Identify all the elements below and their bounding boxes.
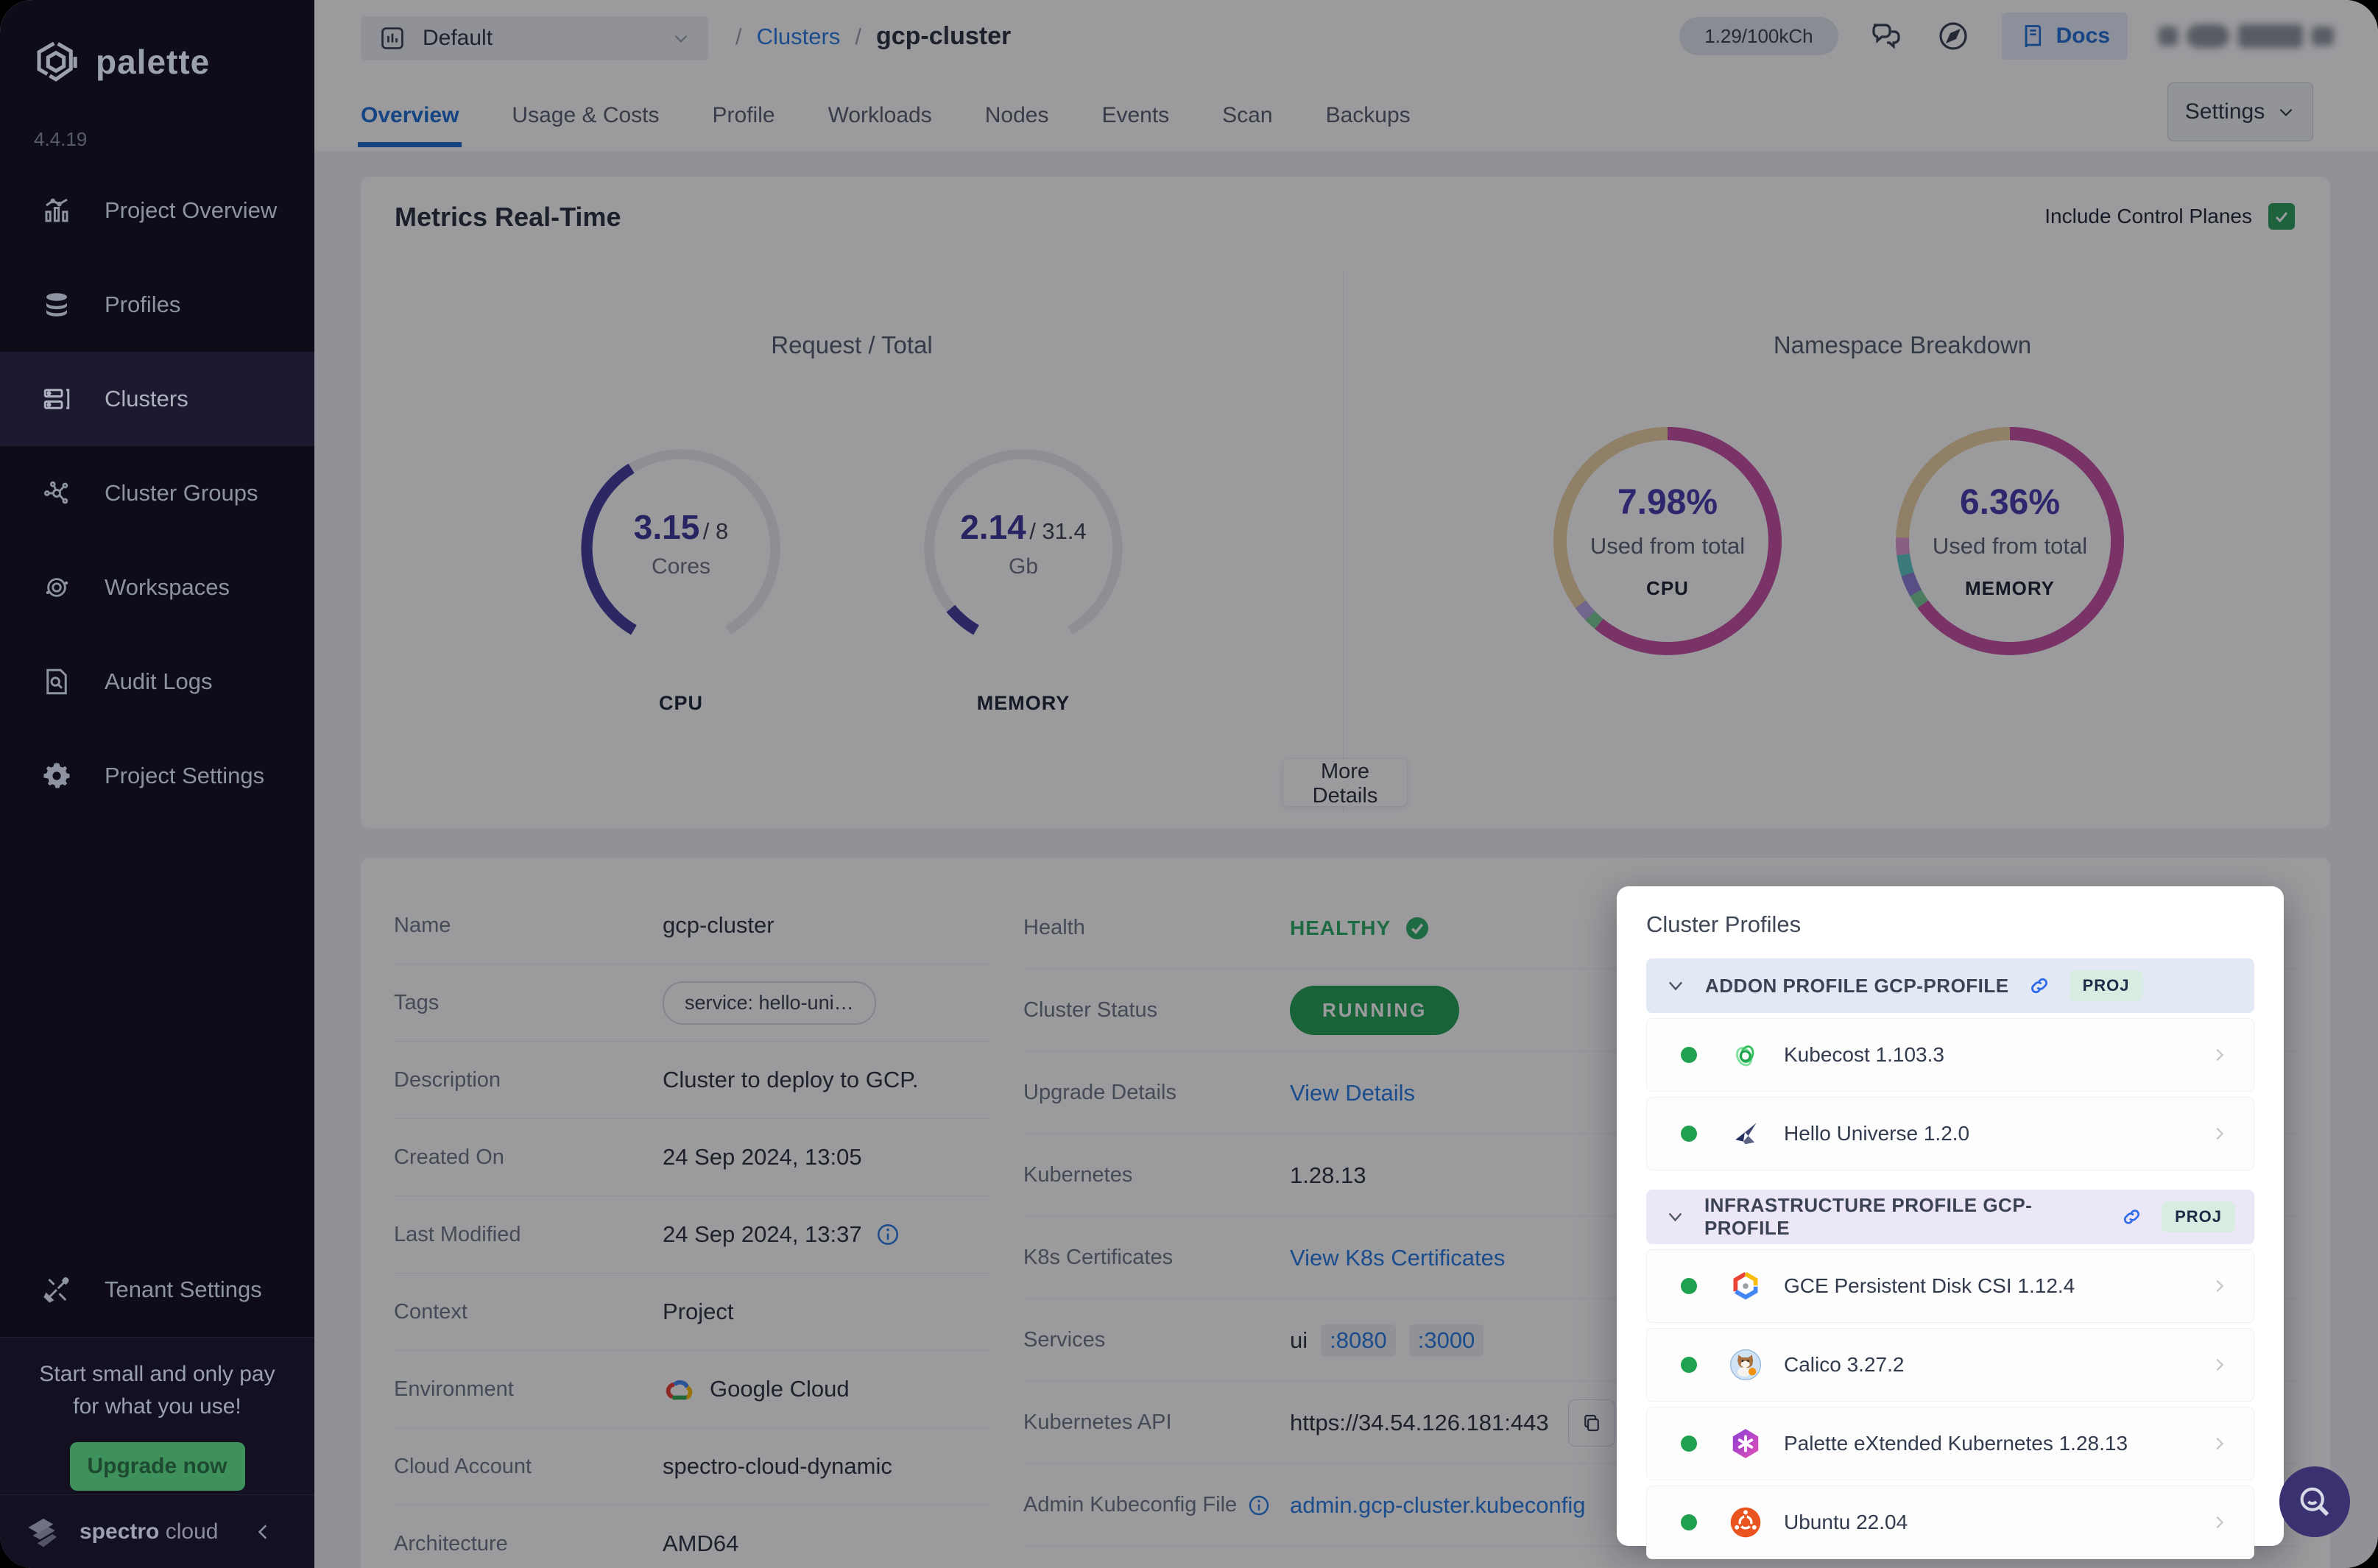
status-dot [1681,1357,1697,1373]
sidebar-item-label: Project Overview [105,197,278,223]
status-dot [1681,1047,1697,1063]
sidebar-item-label: Audit Logs [105,668,213,694]
sidebar-item-tenant-settings[interactable]: Tenant Settings [0,1243,314,1337]
project-settings-icon [43,763,70,788]
status-dot [1681,1435,1697,1452]
sidebar-item-label: Clusters [105,386,188,412]
sidebar-item-label: Tenant Settings [105,1276,262,1302]
spectro-cloud-logo-icon [28,1518,57,1547]
profile-row-ubuntu[interactable]: Ubuntu 22.04 [1646,1486,2254,1559]
palette-logo-icon [37,41,77,82]
profile-row-calico[interactable]: Calico 3.27.2 [1646,1328,2254,1402]
hello-universe-icon [1735,1123,1757,1145]
profiles-icon [46,293,67,317]
infrastructure-profile-header[interactable]: INFRASTRUCTURE PROFILE GCP-PROFILE PROJ [1646,1190,2254,1244]
popup-title: Cluster Profiles [1646,911,1802,937]
chevron-down-icon [1668,981,1683,991]
chevron-right-icon [2216,1279,2224,1293]
sidebar-item-clusters[interactable]: Clusters [0,352,314,446]
profile-row-hello-universe[interactable]: Hello Universe 1.2.0 [1646,1097,2254,1170]
profile-row-pxk[interactable]: Palette eXtended Kubernetes 1.28.13 [1646,1407,2254,1480]
link-icon[interactable] [2121,1206,2142,1228]
workspaces-icon [46,578,68,597]
promo-text: Start small and only pay for what you us… [39,1362,275,1419]
sidebar-item-label: Cluster Groups [105,480,258,506]
project-overview-icon [45,198,68,222]
chevron-right-icon [2216,1358,2224,1371]
app-logo-text: palette [96,43,211,81]
sidebar-item-audit-logs[interactable]: Audit Logs [0,635,314,729]
status-dot [1681,1514,1697,1530]
addon-profile-header[interactable]: ADDON PROFILE GCP-PROFILE PROJ [1646,958,2254,1013]
palette-logo: palette [0,0,314,85]
profile-row-gce-disk[interactable]: GCE Persistent Disk CSI 1.12.4 [1646,1249,2254,1323]
clusters-icon [43,389,70,409]
proj-badge: PROJ [2069,970,2143,1001]
upgrade-promo: Start small and only pay for what you us… [0,1337,314,1495]
chevron-right-icon [2216,1048,2224,1062]
cluster-profiles-popup: Cluster Profiles ADDON PROFILE GCP-PROFI… [1617,886,2284,1559]
sidebar-nav: Project Overview Profiles Clusters Clust… [0,163,314,823]
sidebar-item-cluster-groups[interactable]: Cluster Groups [0,446,314,540]
sidebar-item-project-overview[interactable]: Project Overview [0,163,314,258]
ubuntu-icon [1730,1507,1761,1538]
tenant-settings-icon [43,1277,69,1303]
status-dot [1681,1278,1697,1294]
spectro-cloud-wordmark: spectro cloud [80,1519,219,1544]
palette-extended-kubernetes-icon [1732,1429,1759,1458]
search-assistant-fab[interactable] [2279,1466,2350,1537]
audit-logs-icon [46,668,67,695]
sidebar: palette 4.4.19 Project Overview Profiles [0,0,314,1568]
sidebar-item-project-settings[interactable]: Project Settings [0,729,314,823]
sidebar-item-label: Profiles [105,292,181,317]
gce-persistent-disk-icon [1733,1271,1758,1301]
calico-icon [1730,1349,1761,1380]
sidebar-footer: spectro cloud [0,1494,314,1568]
sidebar-item-label: Project Settings [105,763,265,788]
app-version: 4.4.19 [34,128,88,150]
chevron-right-icon [2216,1516,2224,1529]
app-window: palette 4.4.19 Project Overview Profiles [0,0,2378,1568]
search-icon [2300,1487,2329,1516]
sidebar-item-workspaces[interactable]: Workspaces [0,540,314,635]
chevron-right-icon [2216,1437,2224,1450]
chevron-right-icon [2216,1127,2224,1140]
cluster-groups-icon [44,481,68,504]
chevron-down-icon [1668,1212,1682,1222]
sidebar-item-label: Workspaces [105,574,230,600]
status-dot [1681,1126,1697,1142]
collapse-sidebar-icon[interactable] [254,1522,273,1541]
profile-row-kubecost[interactable]: Kubecost 1.103.3 [1646,1018,2254,1092]
link-icon[interactable] [2028,975,2050,997]
kubecost-icon [1735,1045,1754,1067]
sidebar-tenant-section: Tenant Settings [0,1243,314,1337]
proj-badge: PROJ [2162,1201,2235,1232]
sidebar-item-profiles[interactable]: Profiles [0,258,314,352]
upgrade-now-button[interactable]: Upgrade now [69,1442,245,1491]
